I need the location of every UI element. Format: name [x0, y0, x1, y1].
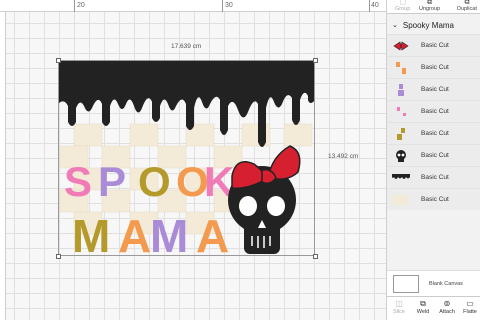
- weld-label: Weld: [416, 309, 430, 315]
- pink-shapes-thumbnail-icon: [387, 102, 415, 122]
- group-title: Spooky Mama: [402, 20, 455, 30]
- orange-shapes-thumbnail-icon: [387, 58, 415, 78]
- bottom-actions-bar: ◫ Slice ⧉ Weld ⊚ Attach ▭ Flatte: [387, 296, 480, 320]
- resize-handle[interactable]: [56, 58, 61, 63]
- layers-toolbar: ▢ Group ⧉ Ungroup ⧉ Duplicat: [387, 0, 480, 14]
- layer-item[interactable]: Basic Cut: [387, 188, 480, 210]
- group-label: Group: [395, 6, 411, 12]
- purple-shapes-thumbnail-icon: [387, 80, 415, 100]
- layer-label: Basic Cut: [421, 64, 449, 71]
- slice-label: Slice: [393, 309, 405, 315]
- group-header[interactable]: ⌄ Spooky Mama: [387, 16, 480, 34]
- chevron-down-icon[interactable]: ⌄: [392, 21, 398, 29]
- ungroup-label: Ungroup: [419, 6, 441, 12]
- ruler-mark: 40: [371, 2, 379, 9]
- weld-icon: ⧉: [420, 299, 426, 308]
- layer-label: Basic Cut: [421, 130, 449, 137]
- blank-canvas-label: Blank Canvas: [429, 280, 463, 287]
- flatten-icon: ▭: [466, 299, 474, 308]
- duplicate-button[interactable]: ⧉ Duplicat: [457, 0, 477, 12]
- layer-label: Basic Cut: [421, 108, 449, 115]
- selection-box[interactable]: [58, 60, 315, 256]
- layer-label: Basic Cut: [421, 86, 449, 93]
- left-ruler: [0, 12, 6, 320]
- layer-item[interactable]: Basic Cut: [387, 34, 480, 56]
- layer-label: Basic Cut: [421, 42, 449, 49]
- layer-item[interactable]: Basic Cut: [387, 122, 480, 144]
- attach-button[interactable]: ⊚ Attach: [437, 299, 457, 315]
- checker-thumbnail-icon: [387, 190, 415, 210]
- slice-icon: ◫: [395, 299, 403, 308]
- blank-canvas-row[interactable]: Blank Canvas: [387, 270, 480, 296]
- resize-handle[interactable]: [56, 254, 61, 259]
- blank-canvas-swatch[interactable]: [393, 274, 419, 293]
- skull-thumbnail-icon: [387, 146, 415, 166]
- resize-handle[interactable]: [313, 254, 318, 259]
- drip-thumbnail-icon: [387, 168, 415, 188]
- height-dimension: 13.492 cm: [328, 153, 359, 160]
- layer-item[interactable]: Basic Cut: [387, 78, 480, 100]
- flatten-label: Flatte: [463, 309, 477, 315]
- layer-item[interactable]: Basic Cut: [387, 144, 480, 166]
- ungroup-button[interactable]: ⧉ Ungroup: [419, 0, 440, 12]
- group-button[interactable]: ▢ Group: [395, 0, 410, 12]
- olive-shapes-thumbnail-icon: [387, 124, 415, 144]
- layer-item[interactable]: Basic Cut: [387, 100, 480, 122]
- ruler-mark: 30: [225, 2, 233, 9]
- resize-handle[interactable]: [313, 58, 318, 63]
- layer-label: Basic Cut: [421, 174, 449, 181]
- layers-panel: ▢ Group ⧉ Ungroup ⧉ Duplicat ⌄ Spooky Ma…: [386, 0, 480, 320]
- attach-label: Attach: [439, 309, 455, 315]
- layer-item[interactable]: Basic Cut: [387, 56, 480, 78]
- layer-label: Basic Cut: [421, 196, 449, 203]
- flatten-button[interactable]: ▭ Flatte: [460, 299, 480, 315]
- top-ruler: 20 30 40: [0, 0, 386, 12]
- layer-label: Basic Cut: [421, 152, 449, 159]
- width-dimension: 17.639 cm: [171, 43, 202, 50]
- ruler-mark: 20: [77, 2, 85, 9]
- design-canvas[interactable]: 20 30 40 17.639 cm 13.492 cm S P O O K Y…: [0, 0, 386, 320]
- slice-button[interactable]: ◫ Slice: [389, 299, 409, 315]
- weld-button[interactable]: ⧉ Weld: [413, 299, 433, 315]
- bow-thumbnail-icon: [387, 36, 415, 56]
- layer-item[interactable]: Basic Cut: [387, 166, 480, 188]
- attach-icon: ⊚: [443, 299, 451, 308]
- duplicate-label: Duplicat: [457, 6, 477, 12]
